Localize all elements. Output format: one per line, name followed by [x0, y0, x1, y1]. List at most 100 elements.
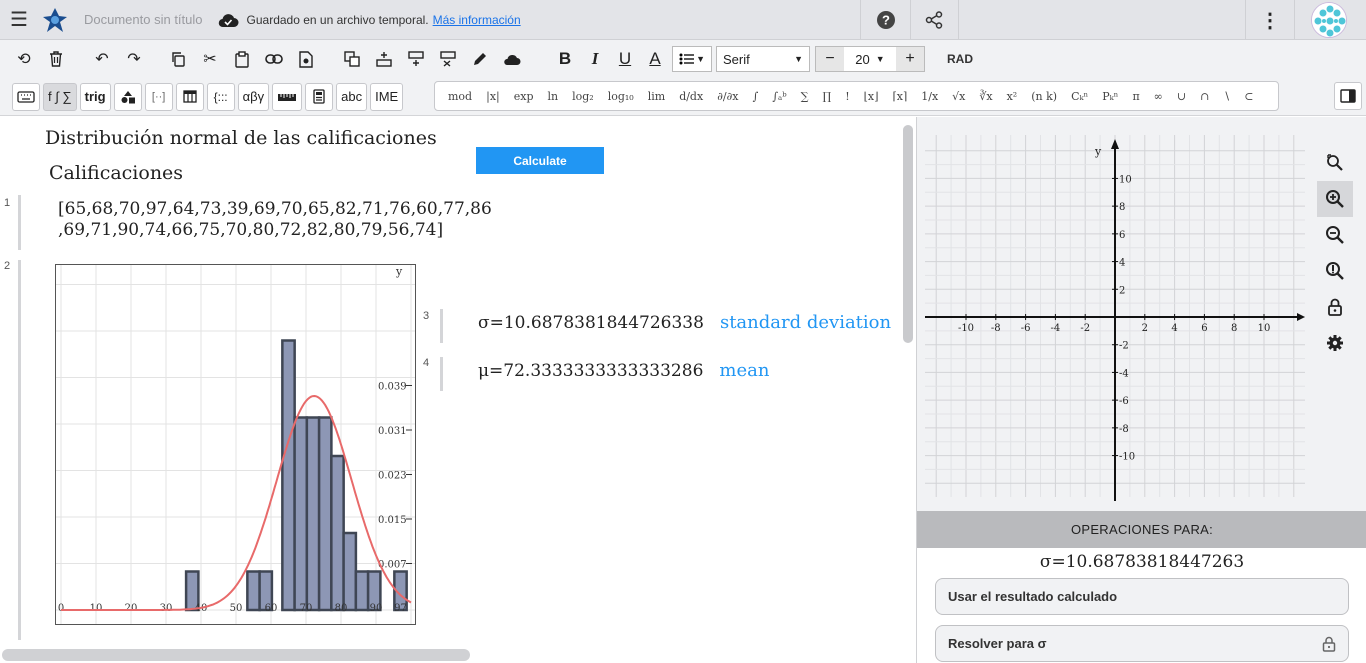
symbol-button[interactable]: ∖: [1223, 90, 1230, 103]
symbol-button[interactable]: ⊂: [1244, 90, 1253, 103]
section-label[interactable]: Calificaciones: [49, 162, 183, 184]
symbol-button[interactable]: ⌊x⌋: [864, 90, 879, 103]
more-info-link[interactable]: Más información: [433, 13, 521, 27]
cut-icon[interactable]: ✂: [194, 43, 226, 75]
app-logo[interactable]: [38, 0, 72, 40]
increase-font-button[interactable]: +: [896, 47, 924, 71]
symbol-button[interactable]: ∫: [752, 90, 758, 103]
symbol-button[interactable]: ∩: [1200, 90, 1209, 103]
symbol-button[interactable]: |x|: [486, 90, 500, 103]
angle-mode-toggle[interactable]: RAD: [947, 52, 973, 66]
svg-text:?: ?: [882, 13, 890, 28]
help-button[interactable]: ?: [862, 0, 910, 40]
duplicate-line-icon[interactable]: [336, 43, 368, 75]
share-button[interactable]: [910, 0, 958, 40]
piecewise-icon[interactable]: {:::: [206, 82, 235, 111]
tab-functions[interactable]: f ∫ ∑: [43, 82, 77, 111]
text-color-button[interactable]: A: [640, 43, 670, 75]
tab-abc[interactable]: abc: [336, 82, 368, 111]
zoom-out-icon[interactable]: [1317, 217, 1353, 253]
paste-icon[interactable]: [226, 43, 258, 75]
symbol-button[interactable]: √x: [952, 90, 965, 103]
symbol-button[interactable]: log₂: [572, 90, 594, 103]
zoom-fit-icon[interactable]: [1317, 253, 1353, 289]
tab-greek[interactable]: αβγ: [237, 82, 270, 111]
shapes-icon[interactable]: [113, 82, 142, 111]
symbol-button[interactable]: exp: [514, 90, 534, 103]
symbol-button[interactable]: !: [845, 90, 849, 103]
more-options-icon[interactable]: ⋮: [1246, 0, 1294, 40]
symbol-button[interactable]: mod: [448, 90, 472, 103]
list-style-dropdown[interactable]: ▼: [672, 46, 712, 72]
symbol-button[interactable]: Pₖⁿ: [1102, 90, 1118, 103]
font-size-select[interactable]: 20 ▼: [844, 52, 896, 67]
histogram-chart[interactable]: y 0.007 0.015 0.023 0.031 0.039 0 10 20 30 40 50 60 7…: [55, 264, 416, 625]
side-panel-toggle-icon[interactable]: [1334, 82, 1362, 110]
undo-icon[interactable]: ↶: [86, 43, 118, 75]
y-axis-arrow: [1111, 139, 1119, 149]
calculator-icon[interactable]: [305, 82, 334, 111]
copy-icon[interactable]: [162, 43, 194, 75]
horizontal-scrollbar[interactable]: [2, 649, 470, 661]
line-marker: [18, 195, 21, 250]
link-icon[interactable]: [258, 43, 290, 75]
divider: [1294, 0, 1295, 40]
gear-icon[interactable]: [1317, 325, 1353, 361]
symbol-button[interactable]: π: [1132, 90, 1139, 103]
solve-for-button[interactable]: Resolver para σ: [935, 625, 1349, 662]
symbol-button[interactable]: ⌈x⌉: [892, 90, 907, 103]
page-title[interactable]: Distribución normal de las calificacione…: [45, 127, 437, 149]
symbol-button[interactable]: log₁₀: [608, 90, 634, 103]
symbol-button[interactable]: ∑: [801, 90, 809, 103]
symbol-button[interactable]: (n k): [1031, 90, 1057, 103]
font-family-select[interactable]: Serif ▼: [716, 46, 810, 72]
symbol-button[interactable]: ln: [548, 90, 559, 103]
tab-trig[interactable]: trig: [79, 82, 111, 111]
data-array-line[interactable]: [65,68,70,97,64,73,39,69,70,65,82,71,76,…: [58, 199, 492, 219]
avatar[interactable]: [1311, 2, 1347, 38]
history-icon[interactable]: ⟲: [8, 43, 40, 75]
bold-button[interactable]: B: [550, 43, 580, 75]
histogram-bar: [281, 339, 296, 612]
zoom-reset-icon[interactable]: [1317, 145, 1353, 181]
italic-button[interactable]: I: [580, 43, 610, 75]
symbol-button[interactable]: 1/x: [921, 90, 938, 103]
decrease-font-button[interactable]: −: [816, 47, 844, 71]
insert-below-icon[interactable]: [400, 43, 432, 75]
symbol-button[interactable]: ∏: [822, 90, 831, 103]
symbol-button[interactable]: ∛x: [979, 90, 992, 103]
symbol-button[interactable]: ∪: [1177, 90, 1186, 103]
use-result-button[interactable]: Usar el resultado calculado: [935, 578, 1349, 615]
calculate-button[interactable]: Calculate: [476, 147, 604, 174]
symbol-button[interactable]: ∞: [1154, 90, 1163, 103]
document-title[interactable]: Documento sin título: [84, 12, 203, 27]
symbol-button[interactable]: Cₖⁿ: [1071, 90, 1088, 103]
symbol-button[interactable]: x²: [1007, 90, 1018, 103]
sigma-result[interactable]: σ=10.6878381844726338 standard deviation: [478, 312, 891, 333]
mu-result[interactable]: μ=72.3333333333333286 mean: [478, 360, 769, 381]
data-array-line[interactable]: ,69,71,90,74,66,75,70,80,72,82,80,79,56,…: [58, 220, 443, 240]
keyboard-icon[interactable]: [12, 82, 40, 111]
zoom-in-icon[interactable]: [1317, 181, 1353, 217]
symbol-button[interactable]: d/dx: [679, 90, 703, 103]
insert-above-icon[interactable]: [368, 43, 400, 75]
underline-button[interactable]: U: [610, 43, 640, 75]
trash-icon[interactable]: [40, 43, 72, 75]
pen-icon[interactable]: [464, 43, 496, 75]
table-icon[interactable]: [175, 82, 204, 111]
redo-icon[interactable]: ↷: [118, 43, 150, 75]
menu-icon[interactable]: ☰: [0, 0, 38, 40]
lock-icon[interactable]: [1317, 289, 1353, 325]
symbol-button[interactable]: ∂/∂x: [717, 90, 738, 103]
coordinate-graph[interactable]: y -10 -8 -6 -4 -2 2 4 6 8 10 10 8 6 4 2 -2 -4 -6 -8 -10: [925, 125, 1315, 505]
delete-line-icon[interactable]: [432, 43, 464, 75]
cloud-icon[interactable]: [496, 43, 528, 75]
tab-ime[interactable]: IME: [370, 82, 404, 111]
matrix-icon[interactable]: [··]: [144, 82, 173, 111]
image-insert-icon[interactable]: [290, 43, 322, 75]
symbol-button[interactable]: ∫ₐᵇ: [772, 90, 786, 103]
symbol-button[interactable]: lim: [648, 90, 665, 103]
x-tick-label: 10: [1258, 323, 1271, 334]
vertical-scrollbar[interactable]: [903, 125, 913, 343]
ruler-icon[interactable]: [272, 82, 303, 111]
